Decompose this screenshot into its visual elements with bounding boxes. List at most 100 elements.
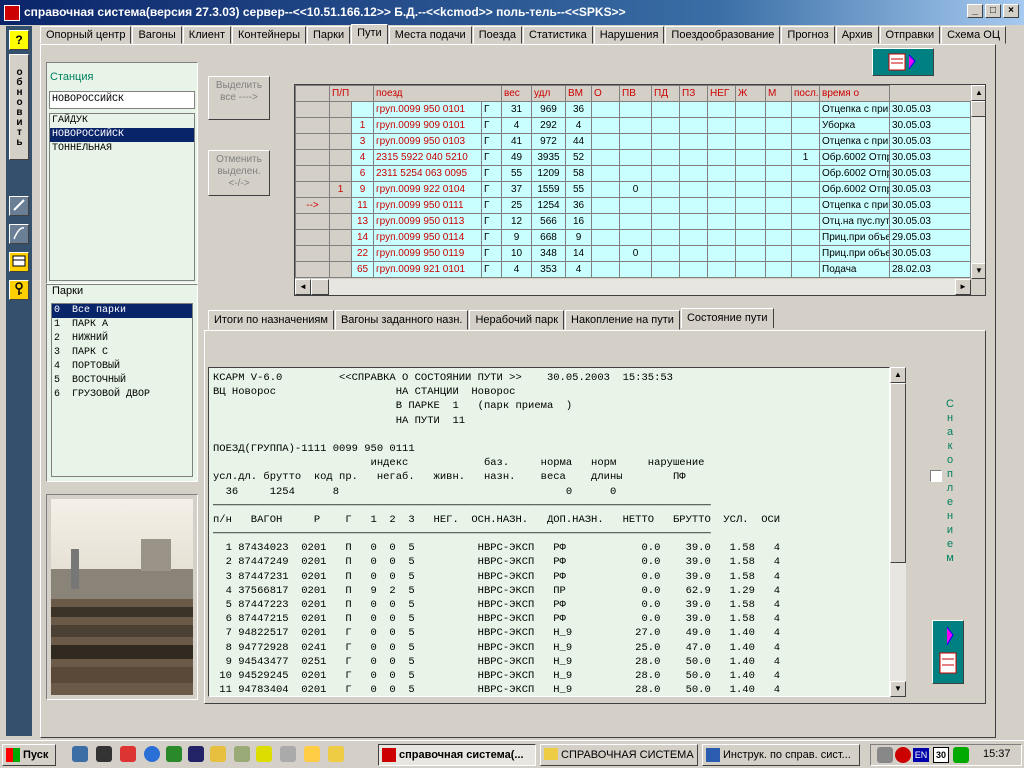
grid-header-cell[interactable]: ВМ [565,85,592,102]
grid-cell-time[interactable]: 30.05.03 [889,165,971,182]
grid-cell-udl[interactable]: 36 [565,197,592,214]
grid-cell-m[interactable]: --> [295,197,330,214]
grid-cell-o[interactable] [619,213,652,230]
grid-cell-pz[interactable] [707,245,736,262]
grid-cell-vm[interactable] [591,213,620,230]
grid-cell-g[interactable] [329,261,352,278]
grid-cell-vag[interactable]: 55 [501,165,532,182]
grid-cell-neg[interactable] [735,181,766,198]
grid-cell-pp[interactable]: 1 [351,117,374,134]
grid-cell-g[interactable] [329,197,352,214]
grid-cell-vm[interactable] [591,117,620,134]
grid-cell-pp[interactable] [351,101,374,118]
grid-cell-vag[interactable]: 10 [501,245,532,262]
grid-cell-vag[interactable]: 12 [501,213,532,230]
grid-cell-pd[interactable] [679,165,708,182]
grid-cell-m[interactable] [295,133,330,150]
grid-cell-train[interactable]: груп.0099 950 0114 [373,229,482,246]
grid-cell-pz[interactable] [707,149,736,166]
report-vscroll[interactable]: ▲ ▼ [890,367,906,697]
grid-cell-t[interactable]: Г [481,165,502,182]
grid-cell-t[interactable]: Г [481,229,502,246]
network-icon[interactable] [234,746,250,762]
grid-cell-pv[interactable] [651,133,680,150]
tab-1[interactable]: Вагоны [132,26,182,44]
language-indicator[interactable]: EN [913,748,929,762]
subtab-2[interactable]: Нерабочий парк [469,310,565,330]
grid-cell-mm[interactable] [791,181,820,198]
grid-cell-time[interactable]: 30.05.03 [889,133,971,150]
task-button-folder[interactable]: СПРАВОЧНАЯ СИСТЕМА [540,744,698,766]
table-row[interactable]: 6 2311 5254 063 0095 Г 55 1209 58 Обр.6002 Отп… [295,165,971,182]
grid-cell-mm[interactable] [791,133,820,150]
tab-11[interactable]: Прогноз [781,26,835,44]
grid-cell-pd[interactable] [679,197,708,214]
print-report-button[interactable] [932,620,964,684]
grid-header-cell[interactable]: ПД [651,85,680,102]
grid-cell-t[interactable]: Г [481,181,502,198]
grid-cell-g[interactable]: 1 [329,181,352,198]
grid-hscroll[interactable]: ◄ ► [295,279,971,295]
grid-header-cell[interactable]: ПЗ [679,85,708,102]
grid-cell-pz[interactable] [707,101,736,118]
grid-cell-pd[interactable] [679,245,708,262]
grid-cell-zh[interactable] [765,261,792,278]
grid-cell-op[interactable]: Обр.6002 Отпр [819,165,890,182]
grid-cell-ves[interactable]: 1559 [531,181,566,198]
grid-header-cell[interactable]: удл [531,85,566,102]
grid-cell-vag[interactable]: 37 [501,181,532,198]
tab-8[interactable]: Статистика [522,26,593,44]
park-list-item[interactable]: 0 Все парки [52,304,192,318]
grid-cell-train[interactable]: груп.0099 950 0103 [373,133,482,150]
grid-cell-m[interactable] [295,245,330,262]
grid-cell-op[interactable]: Отцепка с приц. [819,101,890,118]
grid-cell-pd[interactable] [679,149,708,166]
grid-cell-pp[interactable]: 4 [351,149,374,166]
select-all-button[interactable]: Выделить все ----> [208,76,270,120]
grid-cell-t[interactable]: Г [481,133,502,150]
grid-cell-pp[interactable]: 9 [351,181,374,198]
grid-header-cell[interactable]: Ж [735,85,766,102]
grid-cell-udl[interactable]: 9 [565,229,592,246]
tab-6[interactable]: Места подачи [388,26,472,44]
park-list-item[interactable]: 4 ПОРТОВЫЙ [52,360,192,374]
table-row[interactable]: 22 груп.0099 950 0119 Г 10 348 14 0 Приц.при об… [295,245,971,262]
grid-cell-zh[interactable] [765,101,792,118]
grid-cell-m[interactable] [295,149,330,166]
subtab-1[interactable]: Вагоны заданного назн. [334,310,469,330]
grid-cell-train[interactable]: груп.0099 950 0113 [373,213,482,230]
grid-cell-t[interactable]: Г [481,197,502,214]
grid-cell-time[interactable]: 30.05.03 [889,245,971,262]
grid-cell-m[interactable] [295,101,330,118]
grid-cell-zh[interactable] [765,181,792,198]
grid-cell-udl[interactable]: 36 [565,101,592,118]
grid-cell-train[interactable]: груп.0099 950 0101 [373,101,482,118]
grid-vscroll[interactable]: ▲ ▼ [971,85,985,279]
grid-cell-vm[interactable] [591,133,620,150]
grid-cell-t[interactable]: Г [481,117,502,134]
grid-cell-udl[interactable]: 14 [565,245,592,262]
grid-cell-t[interactable]: Г [481,261,502,278]
clock[interactable]: 15:37 [983,748,1011,760]
grid-cell-mm[interactable] [791,117,820,134]
notes-icon[interactable] [210,746,226,762]
grid-cell-g[interactable] [329,117,352,134]
tool-icon[interactable] [256,746,272,762]
draw-icon[interactable] [9,224,29,244]
grid-cell-vag[interactable]: 49 [501,149,532,166]
report-scroll-down-icon[interactable]: ▼ [890,681,906,697]
park-list-item[interactable]: 6 ГРУЗОВОЙ ДВОР [52,388,192,402]
grid-cell-mm[interactable] [791,165,820,182]
help-button[interactable]: ? [9,30,29,50]
grid-cell-pd[interactable] [679,181,708,198]
grid-cell-pv[interactable] [651,117,680,134]
grid-header-cell[interactable]: П/П [329,85,374,102]
grid-cell-op[interactable]: Обр.6002 Отпр [819,181,890,198]
grid-cell-o[interactable] [619,229,652,246]
grid-cell-neg[interactable] [735,213,766,230]
grid-cell-vm[interactable] [591,165,620,182]
grid-cell-pd[interactable] [679,101,708,118]
tab-9[interactable]: Нарушения [593,26,665,44]
grid-cell-zh[interactable] [765,213,792,230]
grid-cell-time[interactable]: 30.05.03 [889,149,971,166]
